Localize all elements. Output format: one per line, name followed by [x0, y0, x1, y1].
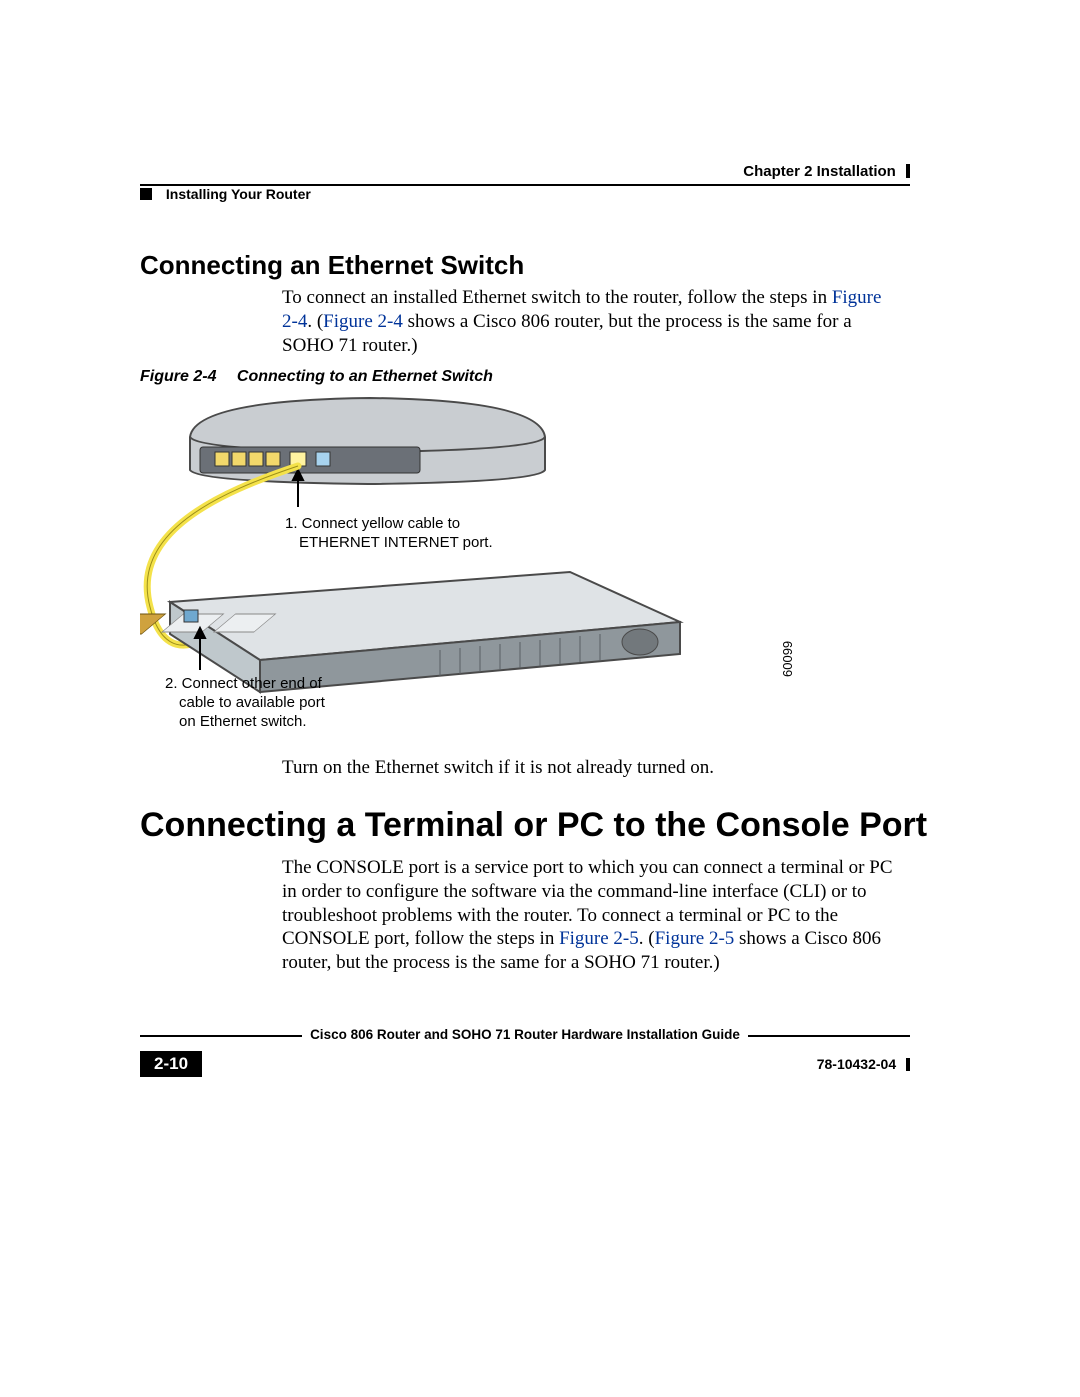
figure-2-4: 1. Connect yellow cable to ETHERNET INTE… [140, 392, 700, 727]
callout-2-line2: cable to available port [165, 694, 335, 713]
turn-on-instruction: Turn on the Ethernet switch if it is not… [282, 756, 900, 780]
chapter-title: Installation [817, 163, 896, 180]
text-run: To connect an installed Ethernet switch … [282, 287, 832, 308]
section-marker-icon [140, 188, 152, 200]
callout-1-line1: 1. Connect yellow cable to [285, 515, 515, 534]
doc-number: 78-10432-04 [817, 1056, 910, 1072]
ethernet-switch-icon [140, 572, 680, 692]
heading-console-port: Connecting a Terminal or PC to the Conso… [140, 806, 927, 845]
chapter-label: Chapter 2 [743, 163, 812, 180]
page-footer: Cisco 806 Router and SOHO 71 Router Hard… [140, 1035, 910, 1077]
router-icon [190, 398, 545, 484]
header-end-bar [906, 164, 910, 178]
console-intro-paragraph: The CONSOLE port is a service port to wh… [282, 856, 900, 975]
callout-2-line1: 2. Connect other end of [165, 675, 335, 694]
callout-1: 1. Connect yellow cable to ETHERNET INTE… [285, 515, 515, 553]
ethernet-intro-paragraph: To connect an installed Ethernet switch … [282, 286, 900, 357]
figure-reference-link[interactable]: Figure 2-5 [655, 928, 735, 949]
text-run: . ( [307, 311, 323, 332]
doc-number-text: 78-10432-04 [817, 1056, 896, 1072]
figure-reference-link[interactable]: Figure 2-5 [559, 928, 639, 949]
text-run: . ( [639, 928, 655, 949]
figure-title: Connecting to an Ethernet Switch [237, 368, 493, 385]
page-header: Chapter 2 Installation [140, 163, 910, 186]
figure-label: Figure 2-4 [140, 368, 216, 385]
callout-2: 2. Connect other end of cable to availab… [165, 675, 335, 731]
figure-reference-link[interactable]: Figure 2-4 [323, 311, 403, 332]
footer-end-bar [906, 1058, 910, 1071]
heading-ethernet-switch: Connecting an Ethernet Switch [140, 250, 524, 281]
footer-book-title: Cisco 806 Router and SOHO 71 Router Hard… [302, 1027, 748, 1042]
callout-arrow-1-icon [293, 470, 303, 507]
callout-1-line2: ETHERNET INTERNET port. [285, 534, 515, 553]
page-number: 2-10 [140, 1051, 202, 1077]
figure-id-number: 60099 [780, 641, 795, 677]
figure-caption: Figure 2-4 Connecting to an Ethernet Swi… [140, 368, 493, 386]
section-title: Installing Your Router [166, 186, 311, 202]
header-section: Installing Your Router [140, 186, 311, 202]
callout-2-line3: on Ethernet switch. [165, 713, 335, 732]
